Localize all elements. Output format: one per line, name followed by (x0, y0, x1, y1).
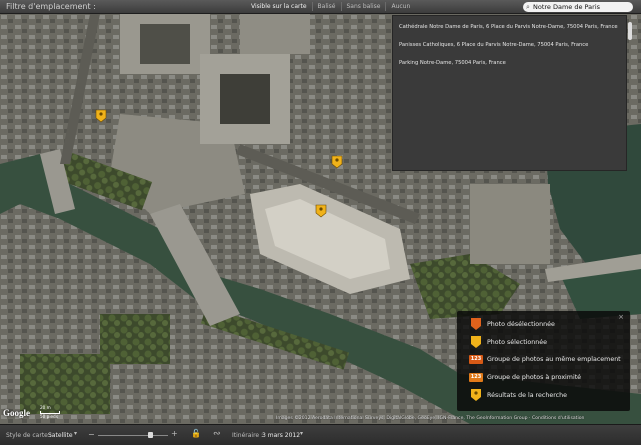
zoom-in-icon[interactable]: + (171, 429, 178, 438)
zoom-out-icon[interactable]: − (88, 430, 95, 439)
search-box[interactable]: ⌕ (523, 2, 633, 12)
zoom-slider-thumb[interactable] (148, 432, 153, 438)
scale-bottom: 50 pieds (40, 414, 58, 419)
zoom-slider-track[interactable] (98, 435, 168, 436)
map-toolbar: Style de carte : Satellite ▾ − + 🔓 ∾ Iti… (0, 424, 641, 445)
search-results-panel: Cathédrale Notre Dame de Paris, 6 Place … (392, 15, 627, 171)
track-label: Itinéraire : (232, 432, 264, 439)
track-icon[interactable]: ∾ (213, 429, 221, 439)
map-legend: × Photo désélectionnée Photo sélectionné… (457, 311, 630, 411)
filter-untagged[interactable]: Sans balise (342, 2, 387, 11)
map-style-label: Style de carte : (6, 432, 52, 439)
legend-label: Photo désélectionnée (487, 320, 555, 328)
search-result-pin-icon (471, 389, 481, 401)
legend-label: Photo sélectionnée (487, 338, 548, 346)
legend-label: Groupe de photos au même emplacement (487, 355, 621, 363)
location-filter-bar: Filtre d'emplacement : Visible sur la ca… (0, 0, 641, 14)
filter-options: Visible sur la carte Balisé Sans balise … (246, 2, 415, 11)
legend-row: Photo sélectionnée (471, 336, 547, 348)
legend-label: Résultats de la recherche (487, 391, 567, 399)
filter-none[interactable]: Aucun (386, 2, 415, 11)
selected-photo-pin-icon (471, 336, 481, 348)
filter-label: Filtre d'emplacement : (6, 2, 96, 11)
lock-icon[interactable]: 🔓 (191, 429, 201, 438)
map-copyright: Images ©2012 Aerodata International Surv… (276, 416, 585, 421)
same-location-group-icon: 123 (469, 354, 483, 364)
legend-row: 123 Groupe de photos à proximité (469, 371, 581, 383)
chevron-down-icon[interactable]: ▾ (300, 430, 303, 437)
search-icon: ⌕ (526, 2, 530, 11)
legend-row: 123 Groupe de photos au même emplacement (469, 353, 621, 365)
search-result-item[interactable]: Panisses Catholiques, 6 Place du Parvis … (393, 42, 594, 48)
legend-row: Résultats de la recherche (471, 389, 567, 401)
close-icon[interactable]: × (618, 313, 624, 321)
nearby-group-icon: 123 (469, 372, 483, 382)
unselected-photo-pin-icon (471, 318, 481, 330)
map-scale: 20 m 50 pieds (40, 405, 60, 420)
results-scrollbar[interactable] (628, 22, 632, 40)
map-style-select[interactable]: Satellite (48, 432, 73, 439)
filter-tagged[interactable]: Balisé (313, 2, 342, 11)
search-input[interactable] (533, 3, 629, 11)
search-result-item[interactable]: Cathédrale Notre Dame de Paris, 6 Place … (393, 24, 624, 30)
legend-row: Photo désélectionnée (471, 318, 555, 330)
legend-label: Groupe de photos à proximité (487, 373, 582, 381)
filter-visible-on-map[interactable]: Visible sur la carte (246, 2, 313, 11)
google-logo: Google (3, 408, 30, 418)
track-select[interactable]: 3 mars 2012 (262, 432, 300, 439)
search-result-item[interactable]: Parking Notre-Dame, 75004 Paris, France (393, 60, 512, 66)
chevron-down-icon[interactable]: ▾ (74, 430, 77, 437)
